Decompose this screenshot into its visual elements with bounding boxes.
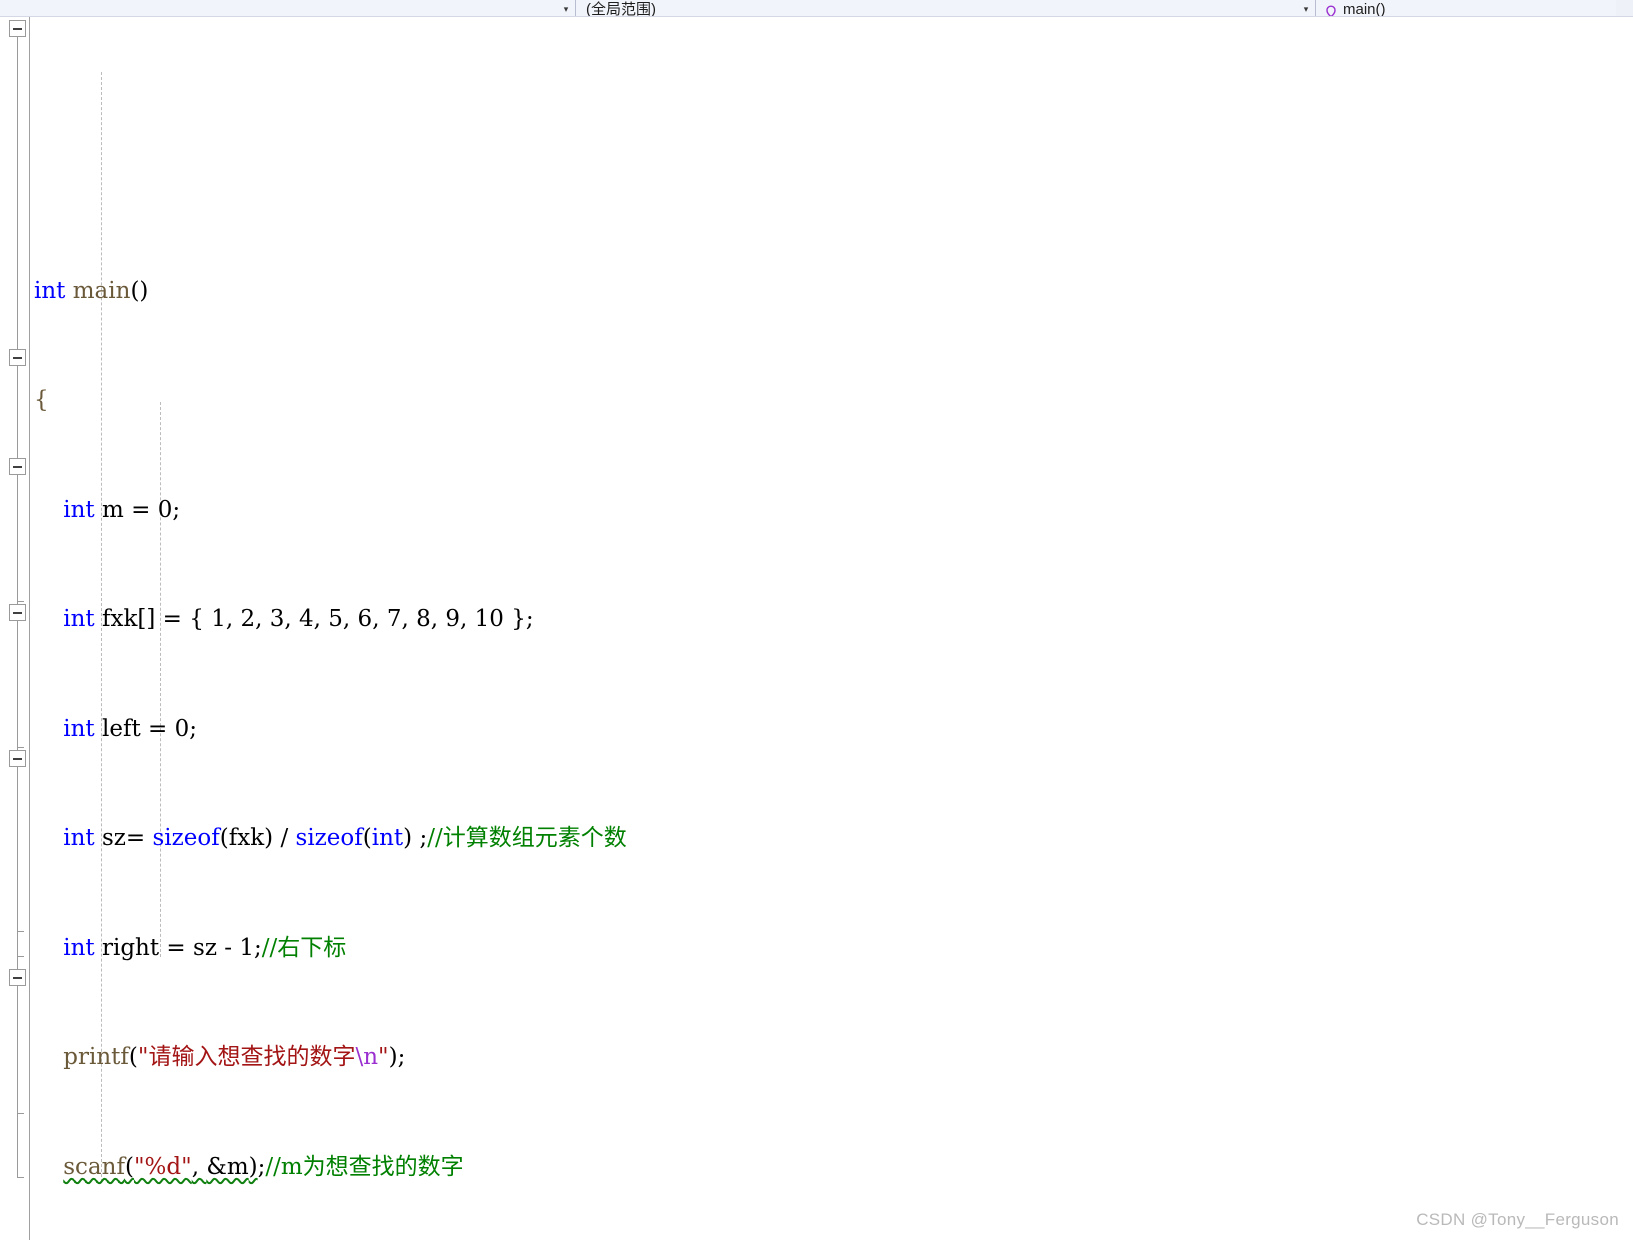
code-line[interactable]: scanf("%d", &m);//m为想查找的数字 (30, 1149, 1633, 1186)
fold-scope-end-else (17, 931, 24, 932)
navbar-scope-label: (全局范围) (586, 1, 656, 17)
method-icon (1324, 5, 1338, 16)
fold-scope-line-else (17, 784, 18, 931)
chevron-down-icon[interactable]: ▾ (1297, 0, 1315, 16)
fold-toggle-if2[interactable] (9, 969, 26, 986)
code-line[interactable]: int main() (30, 273, 1633, 310)
code-content[interactable]: int main() { int m = 0; int fxk[] = { 1,… (30, 17, 1633, 1240)
code-line[interactable]: int right = sz - 1;//右下标 (30, 930, 1633, 967)
code-line[interactable]: int fxk[] = { 1, 2, 3, 4, 5, 6, 7, 8, 9,… (30, 601, 1633, 638)
fold-toggle-elseif[interactable] (9, 604, 26, 621)
navbar-function-label: main() (1343, 1, 1386, 17)
navbar-scope-dropdown[interactable]: (全局范围) ▾ (576, 0, 1316, 16)
editor-navigation-bar: ▾ (全局范围) ▾ main() (0, 0, 1633, 17)
code-line[interactable]: { (30, 382, 1633, 419)
chevron-down-icon[interactable]: ▾ (557, 0, 575, 16)
fold-scope-end-if (17, 601, 24, 602)
navbar-project-dropdown[interactable]: ▾ (0, 0, 576, 16)
navbar-function-dropdown[interactable]: main() (1316, 0, 1616, 16)
code-line[interactable]: printf("请输入想查找的数字\n"); (30, 1039, 1633, 1076)
fold-scope-end-main (17, 1177, 24, 1178)
code-line[interactable]: int left = 0; (30, 711, 1633, 748)
fold-scope-end-while (17, 956, 24, 957)
fold-scope-line-if2 (17, 1003, 18, 1113)
watermark: CSDN @Tony__Ferguson (1416, 1210, 1619, 1229)
indent-guide-2 (160, 402, 161, 957)
fold-margin[interactable] (0, 17, 30, 1240)
fold-toggle-if[interactable] (9, 458, 26, 475)
code-editor[interactable]: int main() { int m = 0; int fxk[] = { 1,… (0, 17, 1633, 1240)
fold-scope-end-if2 (17, 1113, 24, 1114)
fold-toggle-while[interactable] (9, 349, 26, 366)
code-line[interactable]: int m = 0; (30, 492, 1633, 529)
code-line[interactable]: int sz= sizeof(fxk) / sizeof(int) ;//计算数… (30, 820, 1633, 857)
fold-scope-line-if (17, 491, 18, 601)
fold-toggle-main[interactable] (9, 20, 26, 37)
fold-toggle-else[interactable] (9, 750, 26, 767)
fold-scope-end-elseif (17, 747, 24, 748)
fold-scope-line-elseif (17, 637, 18, 747)
